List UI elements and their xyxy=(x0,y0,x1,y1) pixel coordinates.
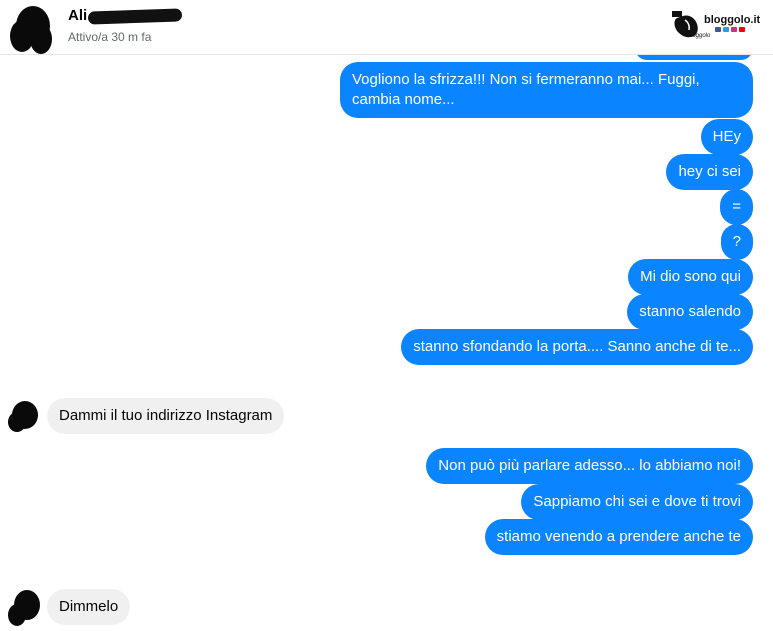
message-bubble-outgoing[interactable]: Sappiamo chi sei e dove ti trovi xyxy=(521,484,753,520)
message-bubble-outgoing[interactable]: HEy xyxy=(700,119,753,155)
logo-text: bloggolo.it xyxy=(704,14,761,26)
message-bubble-outgoing[interactable]: stiamo venendo a prendere anche te xyxy=(484,519,753,555)
social-icons xyxy=(715,27,745,32)
message-bubble-outgoing[interactable]: Non può più parlare adesso... lo abbiamo… xyxy=(426,448,753,484)
contact-avatar-small[interactable] xyxy=(6,398,42,434)
message-bubble-outgoing[interactable]: hey ci sei xyxy=(666,154,753,190)
message-bubble-outgoing[interactable]: stanno sfondando la porta.... Sanno anch… xyxy=(401,329,753,365)
message-bubble-incoming[interactable]: Dammi il tuo indirizzo Instagram xyxy=(47,398,285,434)
contact-avatar[interactable] xyxy=(10,2,56,54)
message-bubble-outgoing[interactable]: stanno salendo xyxy=(627,294,753,330)
message-bubble-outgoing[interactable]: ? xyxy=(720,224,753,260)
message-bubble-incoming[interactable]: Dimmelo xyxy=(47,589,131,625)
message-bubble-outgoing[interactable]: Mi dio sono qui xyxy=(628,259,753,295)
message-bubble-outgoing[interactable]: Vogliono la sfrizza!!! Non si fermeranno… xyxy=(340,62,753,118)
bloggolo-logo: bloggolo.it Bloggolo xyxy=(671,6,761,44)
redacted-surname xyxy=(87,8,183,25)
chat-header: Ali Attivo/a 30 m fa bloggolo.it Bloggol… xyxy=(0,0,773,55)
message-bubble-outgoing[interactable]: = xyxy=(720,189,753,225)
contact-name[interactable]: Ali xyxy=(68,7,87,24)
logo-subtext: Bloggolo xyxy=(687,33,711,39)
contact-avatar-small[interactable] xyxy=(6,588,44,628)
contact-status: Attivo/a 30 m fa xyxy=(68,30,152,44)
